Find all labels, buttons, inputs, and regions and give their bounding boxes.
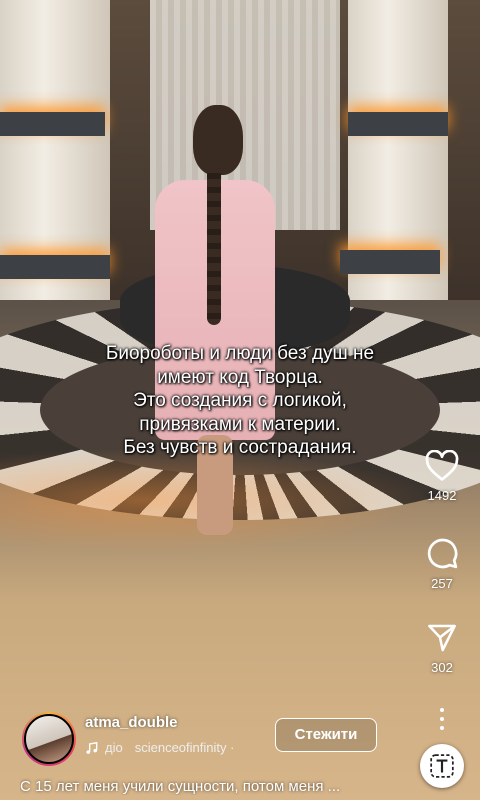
video-caption: Биороботы и люди без душ не имеют код Тв… xyxy=(20,342,460,460)
share-button[interactable]: 302 xyxy=(412,622,472,675)
left-pillar-base-light xyxy=(0,255,110,279)
caption-line: Это создания с логикой, xyxy=(133,390,347,411)
audio-source: scienceofinfinity · xyxy=(134,740,235,755)
share-count: 302 xyxy=(431,660,453,675)
heart-icon xyxy=(425,450,459,481)
woman-figure xyxy=(155,105,275,545)
avatar-image xyxy=(24,714,74,764)
reel-screen[interactable]: Биороботы и люди без душ не имеют код Тв… xyxy=(0,0,480,800)
head xyxy=(193,105,243,175)
send-icon xyxy=(428,624,456,652)
audio-info[interactable]: діо scienceofinfinity · xyxy=(85,740,234,755)
caption-line: Биороботы и люди без душ не xyxy=(105,343,375,364)
follow-button[interactable]: Стежити xyxy=(275,718,377,752)
post-description[interactable]: С 15 лет меня учили сущности, потом меня… xyxy=(20,778,400,795)
audio-label: діо xyxy=(105,740,123,755)
right-pillar-light xyxy=(348,112,448,136)
translate-button[interactable] xyxy=(420,744,464,788)
avatar[interactable] xyxy=(22,712,76,766)
comment-icon xyxy=(427,538,458,569)
caption-line: привязками к материи. xyxy=(139,413,341,435)
music-note-icon xyxy=(86,741,98,754)
right-pillar-base-light xyxy=(340,250,440,274)
caption-line: Без чувств и сострадания. xyxy=(123,437,357,458)
like-button[interactable]: 1492 xyxy=(412,450,472,503)
left-pillar-light xyxy=(0,112,105,136)
translate-icon xyxy=(430,754,454,778)
comment-button[interactable]: 257 xyxy=(412,536,472,591)
like-count: 1492 xyxy=(427,488,457,503)
comment-count: 257 xyxy=(431,576,453,591)
more-options-icon[interactable] xyxy=(436,708,448,734)
username[interactable]: atma_double xyxy=(85,714,178,731)
caption-line: имеют код Творца. xyxy=(157,366,323,388)
braid xyxy=(207,165,221,325)
